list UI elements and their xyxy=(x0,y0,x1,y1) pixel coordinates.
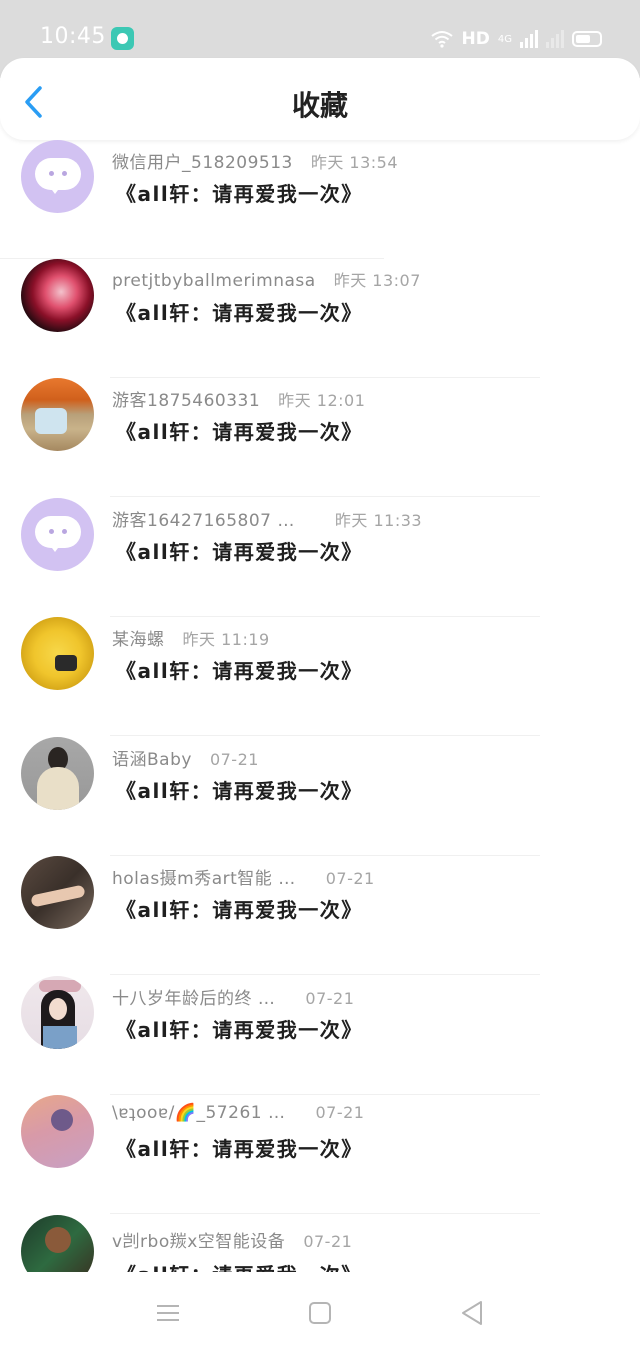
timestamp: 07-21 xyxy=(303,1232,353,1251)
system-back-button[interactable] xyxy=(457,1298,487,1328)
home-button[interactable] xyxy=(305,1298,335,1328)
page-title: 收藏 xyxy=(291,89,348,122)
battery-icon xyxy=(572,31,602,47)
book-title: 《all轩：请再爱我一次》 xyxy=(116,779,363,803)
list-item[interactable]: pretjtbyballmerimnasa 昨天 13:07 《all轩：请再爱… xyxy=(0,259,640,378)
username[interactable]: 某海螺 xyxy=(112,625,165,650)
favorites-list: 微信用户_518209513 昨天 13:54 《all轩：请再爱我一次》 pr… xyxy=(0,140,640,1272)
app-notification-icon xyxy=(111,27,134,50)
list-item[interactable]: 某海螺 昨天 11:19 《all轩：请再爱我一次》 xyxy=(0,617,640,736)
username[interactable]: holas摄m秀art智能 … xyxy=(112,864,296,889)
username[interactable]: \ɐʇooɐ/🌈_57261 … xyxy=(112,1103,285,1123)
status-indicators: HD 4G xyxy=(430,25,602,53)
book-title: 《all轩：请再爱我一次》 xyxy=(116,540,363,564)
avatar[interactable] xyxy=(21,259,94,332)
username[interactable]: 微信用户_518209513 xyxy=(112,148,293,173)
username[interactable]: pretjtbyballmerimnasa xyxy=(112,271,316,291)
list-item[interactable]: 语涵Baby 07-21 《all轩：请再爱我一次》 xyxy=(0,737,640,856)
username[interactable]: 十八岁年龄后的终 … xyxy=(112,984,275,1009)
divider xyxy=(110,1213,540,1214)
header: 收藏 xyxy=(0,58,640,140)
timestamp: 昨天 13:54 xyxy=(310,153,399,172)
list-item[interactable]: 游客16427165807 … 昨天 11:33 《all轩：请再爱我一次》 xyxy=(0,498,640,617)
timestamp: 07-21 xyxy=(315,1103,365,1122)
system-nav-bar xyxy=(0,1272,640,1351)
book-title: 《all轩：请再爱我一次》 xyxy=(116,1259,363,1272)
avatar[interactable] xyxy=(21,498,94,571)
status-time: 10:45 xyxy=(40,24,106,49)
book-title: 《all轩：请再爱我一次》 xyxy=(116,182,363,206)
timestamp: 昨天 12:01 xyxy=(278,391,366,410)
book-title: 《all轩：请再爱我一次》 xyxy=(116,898,363,922)
avatar[interactable] xyxy=(21,378,94,451)
square-home-icon xyxy=(309,1302,331,1324)
book-title: 《all轩：请再爱我一次》 xyxy=(116,659,363,683)
avatar[interactable] xyxy=(21,976,94,1049)
avatar[interactable] xyxy=(21,1215,94,1272)
list-item[interactable]: 游客1875460331 昨天 12:01 《all轩：请再爱我一次》 xyxy=(0,378,640,497)
menu-icon xyxy=(157,1305,179,1321)
timestamp: 07-21 xyxy=(325,869,375,888)
username[interactable]: v剀rbo羰x空智能设备 xyxy=(112,1227,285,1252)
book-title: 《all轩：请再爱我一次》 xyxy=(116,1018,363,1042)
username[interactable]: 游客16427165807 … xyxy=(112,506,295,531)
avatar[interactable] xyxy=(21,737,94,810)
avatar[interactable] xyxy=(21,140,94,213)
avatar[interactable] xyxy=(21,856,94,929)
list-item[interactable]: 十八岁年龄后的终 … 07-21 《all轩：请再爱我一次》 xyxy=(0,976,640,1095)
divider xyxy=(110,496,540,497)
timestamp: 07-21 xyxy=(305,989,355,1008)
timestamp: 昨天 11:33 xyxy=(334,511,423,530)
wifi-icon xyxy=(430,31,453,48)
timestamp: 昨天 11:19 xyxy=(182,630,270,649)
avatar[interactable] xyxy=(21,617,94,690)
book-title: 《all轩：请再爱我一次》 xyxy=(116,1137,363,1161)
username[interactable]: 游客1875460331 xyxy=(112,386,260,411)
book-title: 《all轩：请再爱我一次》 xyxy=(116,420,363,444)
divider xyxy=(110,735,540,736)
network-label: 4G xyxy=(497,33,512,45)
list-item[interactable]: 微信用户_518209513 昨天 13:54 《all轩：请再爱我一次》 xyxy=(0,140,640,259)
list-item[interactable]: v剀rbo羰x空智能设备 07-21 《all轩：请再爱我一次》 xyxy=(0,1215,640,1272)
signal-secondary-icon xyxy=(546,30,564,48)
signal-icon xyxy=(520,30,538,48)
divider xyxy=(110,974,540,975)
list-item[interactable]: holas摄m秀art智能 … 07-21 《all轩：请再爱我一次》 xyxy=(0,856,640,975)
avatar[interactable] xyxy=(21,1095,94,1168)
book-title: 《all轩：请再爱我一次》 xyxy=(116,301,363,325)
username[interactable]: 语涵Baby xyxy=(112,745,192,770)
menu-button[interactable] xyxy=(153,1298,183,1328)
list-item[interactable]: \ɐʇooɐ/🌈_57261 … 07-21 《all轩：请再爱我一次》 xyxy=(0,1095,640,1214)
timestamp: 昨天 13:07 xyxy=(333,271,421,290)
hd-label: HD xyxy=(461,29,490,49)
triangle-back-icon xyxy=(462,1301,482,1325)
timestamp: 07-21 xyxy=(209,750,259,769)
